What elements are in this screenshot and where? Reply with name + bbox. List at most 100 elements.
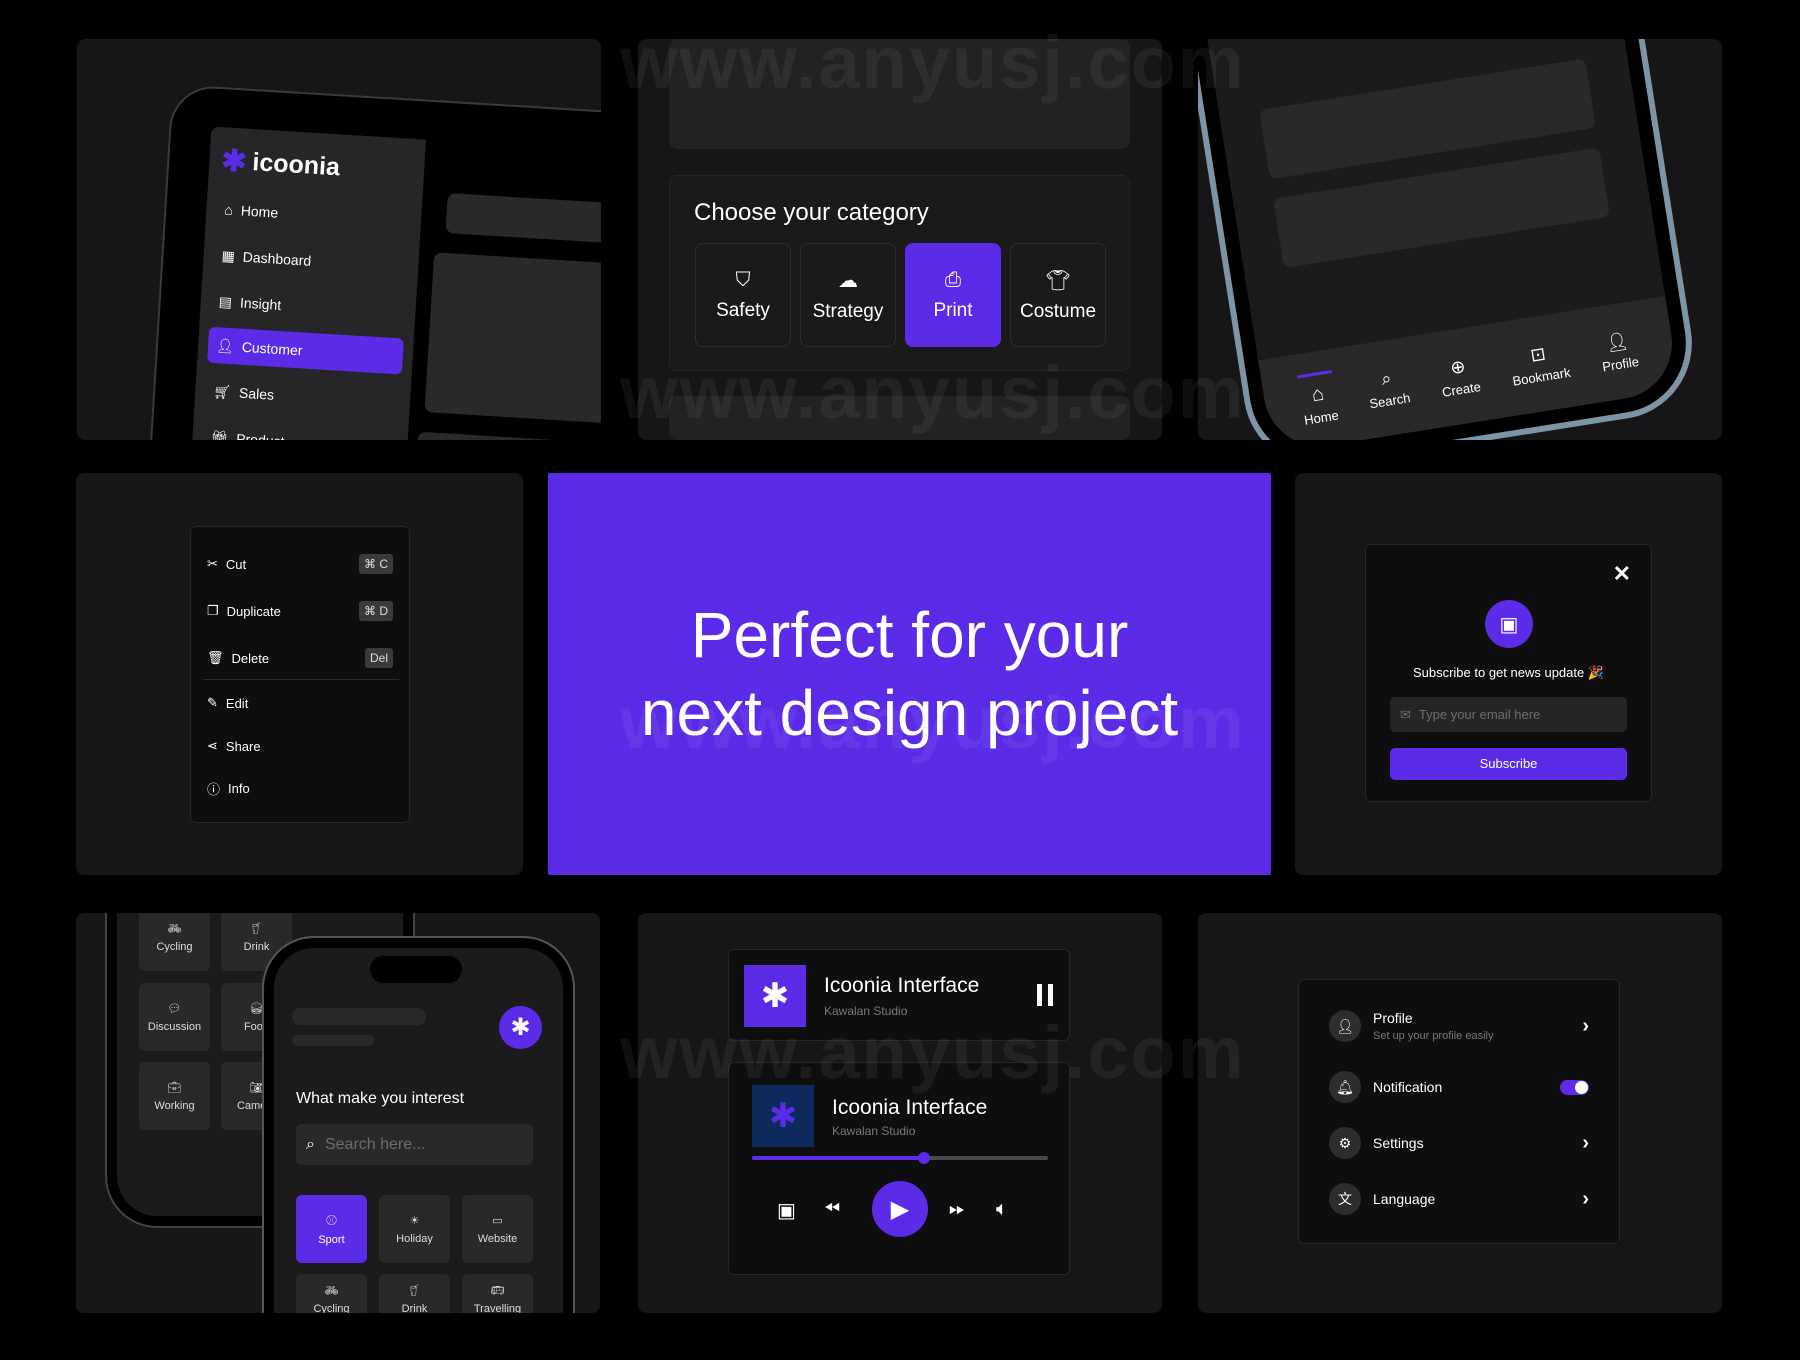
interest-travelling[interactable]: 🚌︎ Travelling [462, 1274, 533, 1313]
interest-cycling[interactable]: 🚲︎ Cycling [139, 913, 210, 971]
nav-label: Bookmark [1511, 364, 1572, 389]
category-label: Print [933, 299, 973, 321]
interest-tile: 🚲︎ Cycling 🥤︎ Drink 💬︎ Discussion 🍔︎ Food 💼︎… [76, 913, 600, 1313]
email-placeholder: Type your email here [1418, 707, 1541, 722]
close-icon[interactable]: ✕ [1613, 561, 1631, 587]
interest-holiday[interactable]: ☀ Holiday [379, 1195, 450, 1263]
cell-label: Website [477, 1232, 518, 1245]
settings-row-language[interactable]: 文 Language › [1329, 1183, 1589, 1215]
nav-create[interactable]: ⊕ Create [1437, 354, 1482, 400]
category-costume[interactable]: 👕︎ Costume [1010, 243, 1106, 347]
nav-home[interactable]: ⌂ Home [1297, 370, 1340, 428]
shirt-icon: 👕︎ [1045, 269, 1071, 292]
interest-drink[interactable]: 🥤︎ Drink [379, 1274, 450, 1313]
chevron-right-icon: › [1582, 1131, 1589, 1154]
play-button[interactable]: ▶ [872, 1181, 928, 1237]
placeholder-block [413, 431, 601, 440]
fast-forward-icon[interactable]: ⏩︎ [949, 1198, 965, 1221]
sidebar-item-insight[interactable]: ▤ Insight [210, 283, 407, 331]
sidebar-item-dashboard[interactable]: ▦ Dashboard [213, 237, 410, 285]
sidebar-item-customer[interactable]: 👤︎ Customer [207, 326, 404, 375]
category-safety[interactable]: ⛉ Safety [695, 243, 791, 347]
search-icon: ⌕ [1379, 367, 1393, 389]
rewind-icon[interactable]: ⏪︎ [824, 1198, 840, 1221]
divider [203, 679, 399, 680]
interest-discussion[interactable]: 💬︎ Discussion [139, 983, 210, 1051]
playlist-icon[interactable]: ▣ [777, 1198, 796, 1223]
email-input[interactable]: ✉ Type your email here [1390, 697, 1627, 732]
menu-label: Delete [231, 650, 270, 666]
subscribe-button[interactable]: Subscribe [1390, 748, 1627, 780]
cell-label: Discussion [147, 1020, 202, 1033]
camera-icon: 📷︎ [249, 1081, 264, 1094]
menu-label: Info [228, 780, 250, 796]
sidebar-item-product[interactable]: 🎁︎ Product [201, 419, 398, 440]
cell-label: Cycling [313, 1303, 350, 1313]
menu-item-share[interactable]: ⋖ Share [207, 734, 393, 758]
asterisk-icon: ✱ [220, 144, 248, 179]
settings-row-profile[interactable]: 👤︎ Profile Set up your profile easily › [1329, 1010, 1589, 1042]
nav-profile[interactable]: 👤︎ Profile [1597, 329, 1640, 374]
chart-icon: ▤ [218, 292, 233, 310]
track-title: Icoonia Interface [824, 974, 980, 997]
category-print[interactable]: ⎙ Print [905, 243, 1001, 347]
volume-icon[interactable]: 🔈︎ [996, 1198, 1008, 1221]
placeholder-block [424, 252, 601, 429]
placeholder-block [669, 39, 1130, 149]
nav-search[interactable]: ⌕ Search [1364, 365, 1411, 411]
menu-label: Share [225, 738, 261, 754]
bike-icon: 🚲︎ [324, 1285, 339, 1297]
interest-cycling[interactable]: 🚲︎ Cycling [296, 1274, 367, 1313]
placeholder-block [445, 193, 601, 249]
sidebar-item-sales[interactable]: 🛒︎ Sales [204, 373, 401, 421]
progress-knob[interactable] [917, 1152, 930, 1164]
settings-row-settings[interactable]: ⚙ Settings › [1329, 1127, 1589, 1159]
sidebar-item-label: Dashboard [242, 248, 312, 269]
row-label: Settings [1373, 1135, 1424, 1151]
edit-icon: ✎ [207, 695, 218, 710]
track-title: Icoonia Interface [832, 1096, 988, 1119]
user-icon: 👤︎ [1329, 1010, 1361, 1042]
menu-item-duplicate[interactable]: ❐ Duplicate ⌘ D [207, 599, 393, 623]
category-label: Safety [716, 299, 770, 321]
burger-icon: 🍔︎ [249, 1002, 264, 1015]
menu-item-cut[interactable]: ✂ Cut ⌘ C [207, 552, 393, 576]
menu-item-edit[interactable]: ✎ Edit [207, 691, 393, 715]
search-input[interactable]: ⌕ Search here... [296, 1124, 533, 1165]
category-strategy[interactable]: ☁ Strategy [800, 243, 896, 347]
sidebar-item-home[interactable]: ⌂ Home [215, 191, 412, 239]
gift-icon: 🎁︎ [210, 428, 229, 440]
sun-icon: ☀ [409, 1214, 420, 1227]
progress-bar[interactable] [752, 1152, 1048, 1164]
nav-bookmark[interactable]: ⊡ Bookmark [1507, 340, 1572, 389]
interest-website[interactable]: ▭ Website [462, 1195, 533, 1263]
notification-toggle[interactable] [1560, 1079, 1589, 1095]
album-art: ✱ [744, 965, 806, 1027]
settings-card: 👤︎ Profile Set up your profile easily › 🔔︎ N… [1298, 979, 1620, 1244]
search-icon: ⌕ [306, 1135, 315, 1153]
row-sub: Set up your profile easily [1373, 1030, 1494, 1042]
settings-row-notification[interactable]: 🔔︎ Notification [1329, 1071, 1589, 1103]
nav-label: Search [1368, 389, 1412, 411]
pause-button[interactable] [1037, 984, 1053, 1006]
menu-label: Edit [225, 695, 249, 711]
chevron-right-icon: › [1582, 1187, 1589, 1210]
hero-line-1: Perfect for your [690, 599, 1129, 671]
menu-item-delete[interactable]: 🗑︎ Delete Del [207, 646, 393, 670]
briefcase-icon: 💼︎ [167, 1081, 182, 1094]
bus-icon: 🚌︎ [490, 1285, 505, 1297]
ball-icon: ⚾︎ [326, 1215, 337, 1227]
cart-icon: 🛒︎ [212, 382, 232, 400]
menu-item-info[interactable]: ⓘ Info [207, 776, 393, 800]
sidebar-item-label: Insight [239, 294, 282, 314]
cell-label: Sport [318, 1234, 345, 1246]
shortcut-badge: ⌘ D [359, 601, 393, 621]
category-label: Costume [1019, 300, 1097, 322]
front-phone: ✱ What make you interest ⌕ Search here...… [262, 936, 575, 1313]
placeholder-block [292, 1035, 374, 1046]
hero-tile: Perfect for your next design project [548, 473, 1271, 875]
brand-name: icoonia [251, 148, 341, 182]
interest-working[interactable]: 💼︎ Working [139, 1062, 210, 1130]
cell-label: Working [154, 1099, 195, 1112]
interest-sport[interactable]: ⚾︎ Sport [296, 1195, 367, 1263]
